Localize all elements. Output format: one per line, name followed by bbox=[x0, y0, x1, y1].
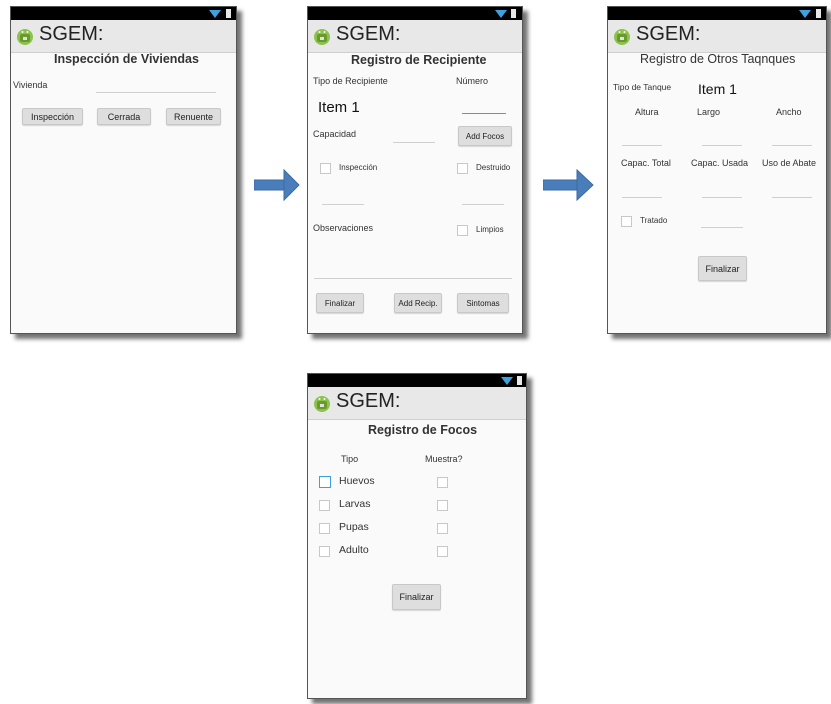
altura-input[interactable] bbox=[622, 145, 662, 146]
huevos-muestra-checkbox[interactable] bbox=[437, 477, 448, 488]
capac-total-label: Capac. Total bbox=[621, 158, 671, 168]
tipo-tanque-label: Tipo de Tanque bbox=[613, 82, 672, 92]
muestra-header: Muestra? bbox=[425, 454, 463, 464]
pupas-checkbox[interactable] bbox=[319, 523, 330, 534]
capac-total-input[interactable] bbox=[622, 197, 662, 198]
screen-inspeccion-viviendas: SGEM: Inspección de Viviendas Vivienda I… bbox=[10, 6, 237, 334]
android-app-icon bbox=[17, 29, 33, 45]
pupas-muestra-checkbox[interactable] bbox=[437, 523, 448, 534]
android-app-icon bbox=[614, 29, 630, 45]
battery-icon bbox=[816, 9, 821, 18]
page-title: Registro de Otros Taqnques bbox=[640, 52, 796, 66]
screen-registro-focos: SGEM: Registro de Focos Tipo Muestra? Hu… bbox=[307, 373, 527, 699]
add-recip-button[interactable]: Add Recip. bbox=[394, 293, 442, 313]
adulto-muestra-checkbox[interactable] bbox=[437, 546, 448, 557]
status-bar bbox=[308, 7, 522, 20]
huevos-label: Huevos bbox=[339, 475, 375, 487]
largo-input[interactable] bbox=[702, 145, 742, 146]
app-title: SGEM: bbox=[636, 23, 701, 45]
adulto-label: Adulto bbox=[339, 544, 369, 556]
vivienda-label: Vivienda bbox=[13, 80, 48, 90]
ancho-input[interactable] bbox=[772, 145, 812, 146]
tipo-recipiente-label: Tipo de Recipiente bbox=[313, 76, 388, 86]
inspeccion-label: Inspección bbox=[339, 163, 378, 172]
capac-usada-label: Capac. Usada bbox=[691, 158, 749, 168]
sintomas-button[interactable]: Sintomas bbox=[457, 293, 509, 313]
arrow-right-icon bbox=[254, 168, 300, 202]
action-bar: SGEM: bbox=[608, 20, 826, 53]
larvas-checkbox[interactable] bbox=[319, 500, 330, 511]
ancho-label: Ancho bbox=[776, 107, 802, 117]
battery-icon bbox=[226, 9, 231, 18]
limpios-checkbox[interactable] bbox=[457, 225, 468, 236]
cerrada-button[interactable]: Cerrada bbox=[97, 108, 151, 125]
renuente-button[interactable]: Renuente bbox=[166, 108, 221, 125]
inspeccion-checkbox[interactable] bbox=[320, 163, 331, 174]
page-title: Registro de Recipiente bbox=[351, 53, 487, 67]
status-bar bbox=[11, 7, 236, 20]
finalizar-button[interactable]: Finalizar bbox=[316, 293, 364, 313]
inspeccion-button[interactable]: Inspección bbox=[22, 108, 83, 125]
capacidad-label: Capacidad bbox=[313, 129, 357, 139]
altura-label: Altura bbox=[635, 107, 659, 117]
app-title: SGEM: bbox=[39, 23, 104, 45]
tipo-recipiente-spinner[interactable]: Item 1 bbox=[318, 99, 360, 116]
uso-abate-input[interactable] bbox=[772, 197, 812, 198]
inspeccion-input[interactable] bbox=[322, 204, 364, 205]
wifi-icon bbox=[501, 377, 513, 385]
android-app-icon bbox=[314, 396, 330, 412]
larvas-label: Larvas bbox=[339, 498, 371, 510]
tratado-label: Tratado bbox=[640, 216, 668, 225]
destruido-input[interactable] bbox=[462, 204, 504, 205]
finalizar-button[interactable]: Finalizar bbox=[392, 584, 441, 610]
screen-registro-recipiente: SGEM: Registro de Recipiente Tipo de Rec… bbox=[307, 6, 523, 334]
tratado-input[interactable] bbox=[701, 227, 743, 228]
screen-registro-otros-tanques: SGEM: Registro de Otros Taqnques Tipo de… bbox=[607, 6, 827, 334]
destruido-label: Destruido bbox=[476, 163, 511, 172]
tipo-header: Tipo bbox=[341, 454, 359, 464]
capacidad-input[interactable] bbox=[393, 142, 435, 143]
page-title: Registro de Focos bbox=[368, 423, 478, 437]
status-bar bbox=[608, 7, 826, 20]
destruido-checkbox[interactable] bbox=[457, 163, 468, 174]
limpios-label: Limpios bbox=[476, 225, 504, 234]
observaciones-label: Observaciones bbox=[313, 223, 374, 233]
add-focos-button[interactable]: Add Focos bbox=[458, 126, 512, 146]
wifi-icon bbox=[209, 10, 221, 18]
arrow-right-icon bbox=[543, 168, 594, 202]
pupas-label: Pupas bbox=[339, 521, 369, 533]
adulto-checkbox[interactable] bbox=[319, 546, 330, 557]
battery-icon bbox=[511, 9, 516, 18]
largo-label: Largo bbox=[697, 107, 721, 117]
battery-icon bbox=[517, 376, 522, 385]
numero-label: Número bbox=[456, 76, 489, 86]
larvas-muestra-checkbox[interactable] bbox=[437, 500, 448, 511]
action-bar: SGEM: bbox=[308, 20, 522, 53]
app-title: SGEM: bbox=[336, 390, 401, 412]
vivienda-input[interactable] bbox=[96, 92, 216, 93]
wifi-icon bbox=[799, 10, 811, 18]
capac-usada-input[interactable] bbox=[702, 197, 742, 198]
tipo-tanque-spinner[interactable]: Item 1 bbox=[698, 81, 737, 97]
uso-abate-label: Uso de Abate bbox=[762, 158, 817, 168]
status-bar bbox=[308, 374, 526, 387]
action-bar: SGEM: bbox=[11, 20, 236, 53]
numero-input[interactable] bbox=[462, 113, 506, 114]
action-bar: SGEM: bbox=[308, 387, 526, 420]
huevos-checkbox[interactable] bbox=[319, 476, 331, 488]
android-app-icon bbox=[314, 29, 330, 45]
wifi-icon bbox=[495, 10, 507, 18]
app-title: SGEM: bbox=[336, 23, 401, 45]
tratado-checkbox[interactable] bbox=[621, 216, 632, 227]
observaciones-input[interactable] bbox=[314, 278, 512, 279]
finalizar-button[interactable]: Finalizar bbox=[698, 256, 747, 281]
page-title: Inspección de Viviendas bbox=[54, 52, 199, 66]
